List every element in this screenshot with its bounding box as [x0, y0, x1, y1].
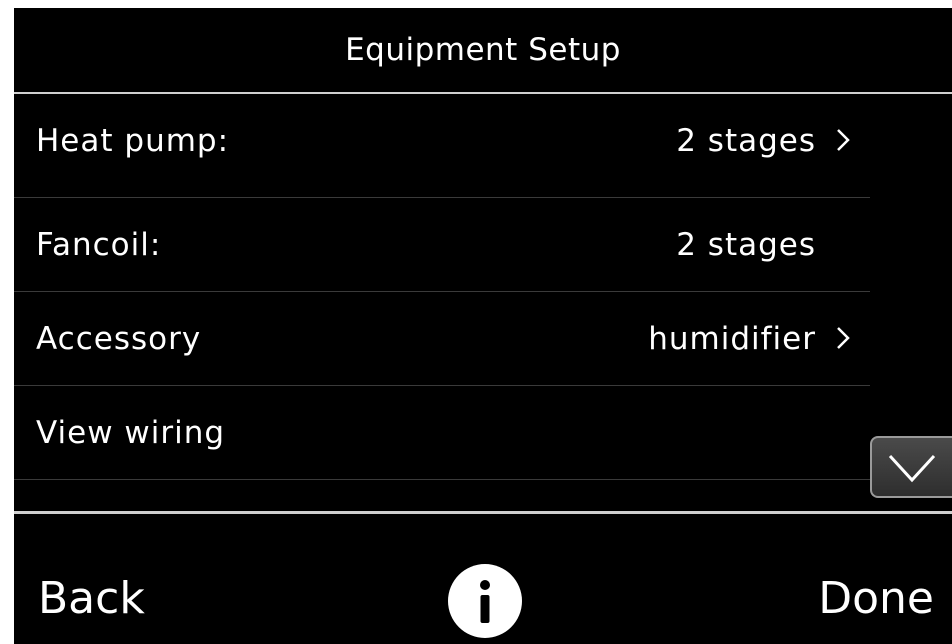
row-heat-pump[interactable]: Heat pump: 2 stages	[14, 94, 870, 187]
chevron-right-icon	[837, 129, 850, 151]
thermostat-screen: Equipment Setup Heat pump: 2 stages Fanc…	[14, 8, 952, 644]
info-button[interactable]	[448, 564, 522, 638]
info-icon	[480, 580, 490, 623]
row-view-wiring[interactable]: View wiring	[14, 386, 870, 479]
footer-divider	[14, 511, 952, 514]
row-value-heat-pump: 2 stages	[676, 122, 816, 159]
scroll-down-button[interactable]	[870, 436, 952, 498]
row-label-fancoil: Fancoil:	[36, 226, 162, 263]
page-title: Equipment Setup	[14, 8, 952, 92]
page-title-text: Equipment Setup	[345, 32, 621, 68]
chevron-down-icon	[888, 454, 936, 483]
row-label-view-wiring: View wiring	[36, 414, 226, 451]
row-label-heat-pump: Heat pump:	[36, 122, 230, 159]
row-accessory[interactable]: Accessory humidifier	[14, 292, 870, 385]
row-value-accessory: humidifier	[648, 320, 816, 357]
done-button[interactable]: Done	[818, 563, 934, 635]
row-divider	[14, 479, 870, 480]
row-fancoil: Fancoil: 2 stages	[14, 198, 870, 291]
row-label-accessory: Accessory	[36, 320, 202, 357]
back-button[interactable]: Back	[38, 563, 145, 635]
row-value-fancoil: 2 stages	[676, 226, 816, 263]
chevron-right-icon	[837, 327, 850, 349]
